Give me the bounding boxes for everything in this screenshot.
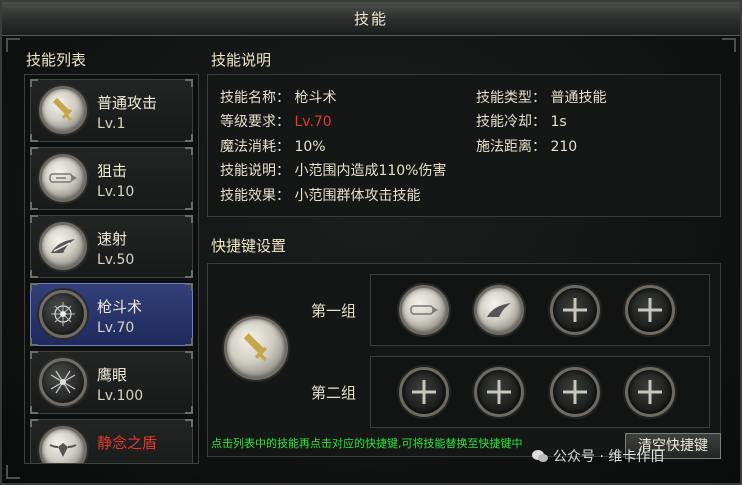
cast-range-label: 施法距离： [476, 139, 546, 155]
skill-name-value: 枪斗术 [294, 90, 337, 106]
skill-window: 技能 技能列表 普通攻击 Lv.1 狙击 Lv.10 速射 Lv.50 枪斗术 … [0, 0, 742, 485]
skill-item-name: 狙击 [97, 162, 128, 180]
description-title: 技能说明 [211, 51, 272, 69]
empty-slot-plus-icon[interactable] [625, 285, 675, 335]
shortcut-group-2 [370, 356, 710, 428]
watermark: 公众号 · 维卡作旧 [531, 446, 664, 466]
skill-item-level: Lv.70 [97, 320, 135, 336]
skill-item-gunplay[interactable]: 枪斗术 Lv.70 [30, 283, 193, 346]
sword-icon [39, 86, 87, 134]
skill-type-value: 普通技能 [550, 90, 607, 106]
cooldown-row: 技能冷却： 1s [476, 111, 567, 131]
skill-type-label: 技能类型： [476, 90, 546, 106]
shortcut-group-1 [370, 274, 710, 346]
watermark-text: 公众号 · 维卡作旧 [553, 449, 665, 465]
empty-slot-plus-icon[interactable] [550, 285, 600, 335]
skill-name-label: 技能名称： [220, 90, 290, 106]
bullet-icon [39, 154, 87, 202]
mana-cost-label: 魔法消耗： [220, 139, 290, 155]
skill-item-name: 枪斗术 [97, 298, 143, 316]
skill-effect-label: 技能效果： [220, 188, 290, 204]
level-requirement-row: 等级要求： Lv.70 [220, 111, 332, 131]
window-title: 技能 [2, 2, 740, 36]
wing-arrow-icon [39, 222, 87, 270]
hawkeye-icon [39, 358, 87, 406]
skill-item-level: Lv.100 [97, 388, 144, 404]
skill-item-name: 静念之盾 [97, 434, 158, 452]
level-requirement-label: 等级要求： [220, 114, 290, 130]
slot-snipe-bullet-icon[interactable] [399, 285, 449, 335]
shortcut-panel: 第一组 第二组 [207, 263, 721, 457]
empty-slot-plus-icon[interactable] [399, 367, 449, 417]
level-requirement-value: Lv.70 [294, 114, 332, 130]
selected-skill-sword-icon [224, 316, 288, 380]
frame-corner [6, 465, 20, 479]
cast-range-row: 施法距离： 210 [476, 136, 577, 156]
shortcut-hint: 点击列表中的技能再点击对应的快捷键,可将技能替换至快捷键中 [211, 437, 523, 450]
skill-list[interactable]: 普通攻击 Lv.1 狙击 Lv.10 速射 Lv.50 枪斗术 Lv.70 鹰眼… [24, 74, 199, 464]
wechat-icon [532, 450, 548, 462]
slot-rapid-fire-wing-icon[interactable] [474, 285, 524, 335]
skill-item-snipe[interactable]: 狙击 Lv.10 [30, 147, 193, 210]
skill-item-level: Lv.10 [97, 184, 135, 200]
cooldown-label: 技能冷却： [476, 114, 546, 130]
skill-item-name: 速射 [97, 230, 128, 248]
skill-description-value: 小范围内造成110%伤害 [294, 163, 447, 179]
skill-item-hawkeye[interactable]: 鹰眼 Lv.100 [30, 351, 193, 414]
skill-item-calm-shield[interactable]: 静念之盾 [30, 419, 193, 463]
skill-name-row: 技能名称： 枪斗术 [220, 87, 336, 107]
skill-description-row: 技能说明： 小范围内造成110%伤害 [220, 160, 446, 180]
skill-item-name: 鹰眼 [97, 366, 128, 384]
frame-corner [722, 38, 736, 52]
skill-item-level: Lv.1 [97, 116, 126, 132]
skill-list-title: 技能列表 [26, 51, 87, 69]
skill-item-level: Lv.50 [97, 252, 135, 268]
group1-label: 第一组 [311, 302, 357, 320]
skill-effect-row: 技能效果： 小范围群体攻击技能 [220, 185, 420, 205]
empty-slot-plus-icon[interactable] [550, 367, 600, 417]
skill-description-label: 技能说明： [220, 163, 290, 179]
skill-type-row: 技能类型： 普通技能 [476, 87, 606, 107]
shortcut-title: 快捷键设置 [211, 237, 287, 255]
shield-wings-icon [39, 426, 87, 463]
frame-corner [6, 38, 20, 52]
mana-cost-value: 10% [294, 139, 326, 155]
group2-label: 第二组 [311, 384, 357, 402]
empty-slot-plus-icon[interactable] [625, 367, 675, 417]
skill-item-normal-attack[interactable]: 普通攻击 Lv.1 [30, 79, 193, 142]
mana-cost-row: 魔法消耗： 10% [220, 136, 326, 156]
cooldown-value: 1s [550, 114, 567, 130]
description-panel: 技能名称： 枪斗术 技能类型： 普通技能 等级要求： Lv.70 技能冷却： 1… [207, 74, 721, 217]
skill-effect-value: 小范围群体攻击技能 [294, 188, 421, 204]
skill-item-rapid-fire[interactable]: 速射 Lv.50 [30, 215, 193, 278]
skill-item-name: 普通攻击 [97, 94, 158, 112]
gunplay-icon [39, 290, 87, 338]
cast-range-value: 210 [550, 139, 578, 155]
empty-slot-plus-icon[interactable] [474, 367, 524, 417]
